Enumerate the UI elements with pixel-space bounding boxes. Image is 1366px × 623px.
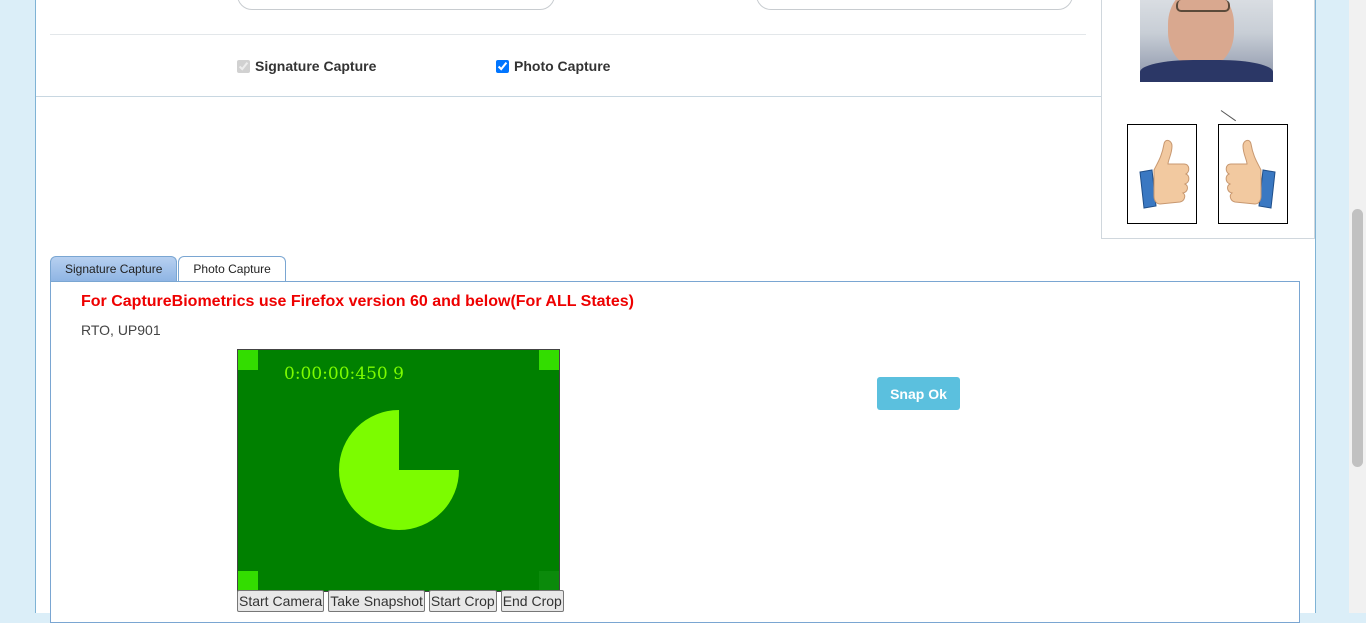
scrollbar-thumb[interactable]: [1352, 209, 1363, 467]
signature-capture-checkbox[interactable]: [237, 59, 250, 73]
photo-capture-label: Photo Capture: [514, 58, 611, 74]
browser-warning: For CaptureBiometrics use Firefox versio…: [81, 293, 635, 310]
right-thumb-box: [1218, 124, 1288, 224]
loading-pie-icon: [339, 410, 459, 530]
capture-tabs: Signature Capture Photo Capture: [50, 256, 286, 281]
vertical-scrollbar[interactable]: [1349, 0, 1366, 613]
photo-capture-panel: For CaptureBiometrics use Firefox versio…: [50, 281, 1300, 623]
tab-photo-capture[interactable]: Photo Capture: [178, 256, 286, 281]
end-crop-button[interactable]: End Crop: [500, 590, 564, 612]
take-snapshot-button[interactable]: Take Snapshot: [328, 590, 425, 612]
start-crop-button[interactable]: Start Crop: [428, 590, 497, 612]
camera-preview: 0:00:00:450 9: [237, 349, 560, 592]
signature-capture-option[interactable]: Signature Capture: [237, 58, 376, 74]
text-input-left[interactable]: [237, 0, 555, 10]
captured-photo: [1140, 0, 1273, 82]
text-input-right[interactable]: [756, 0, 1073, 10]
snap-ok-button[interactable]: Snap Ok: [877, 377, 960, 410]
photo-capture-checkbox[interactable]: [496, 59, 509, 73]
capture-options-form: Signature Capture Photo Capture: [36, 0, 1102, 97]
rto-location: RTO, UP901: [81, 322, 161, 338]
start-camera-button[interactable]: Start Camera: [237, 590, 325, 612]
thumbs-up-left-icon: [1139, 139, 1190, 209]
captured-preview-panel: [1101, 0, 1315, 239]
signature-capture-label: Signature Capture: [255, 58, 377, 74]
photo-capture-option[interactable]: Photo Capture: [496, 58, 610, 74]
tab-signature-capture[interactable]: Signature Capture: [50, 256, 178, 281]
left-thumb-box: [1127, 124, 1197, 224]
camera-controls: Start Camera Take Snapshot Start Crop En…: [237, 590, 564, 612]
thumbs-up-right-icon: [1225, 139, 1276, 209]
form-divider: [50, 34, 1086, 35]
